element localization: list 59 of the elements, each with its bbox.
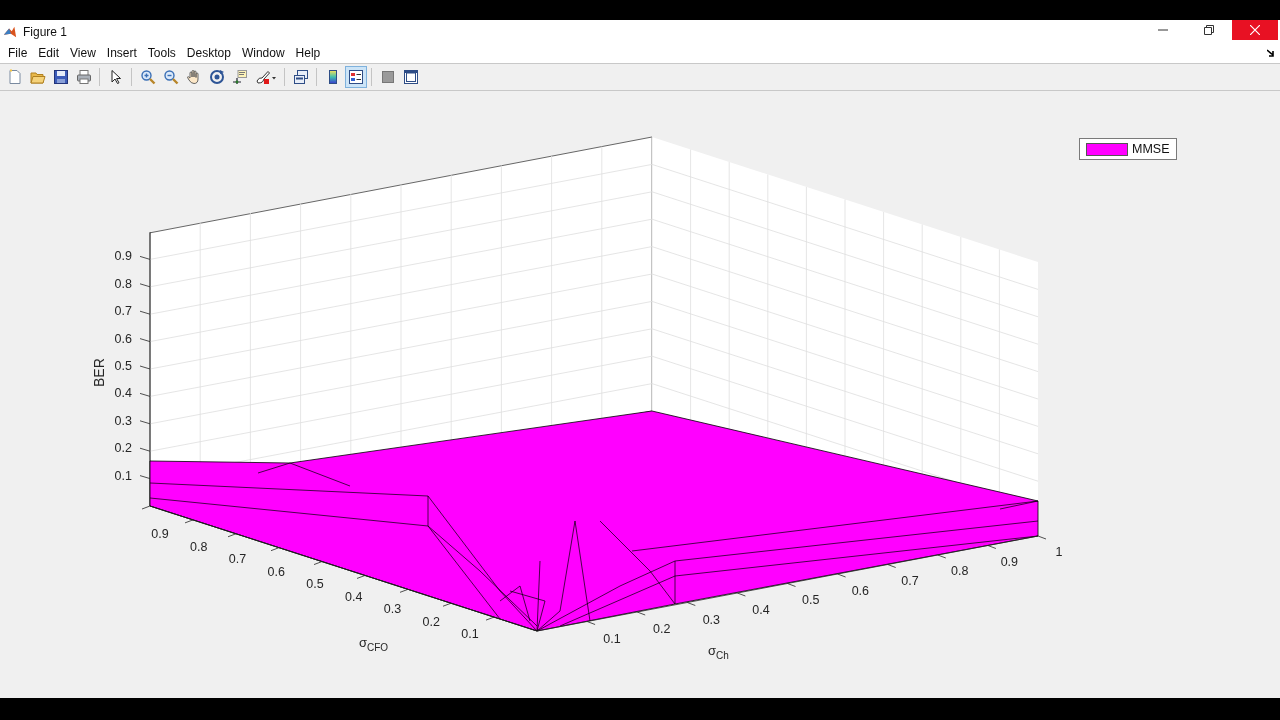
frame-icon bbox=[402, 69, 419, 85]
axis-label: σ$_{Ch}$ bbox=[708, 643, 729, 661]
data-tip-icon bbox=[231, 69, 248, 85]
zoom-in-icon bbox=[139, 69, 156, 85]
close-button[interactable] bbox=[1232, 20, 1278, 40]
folder-icon bbox=[29, 69, 46, 85]
tick-label: 0.4 bbox=[345, 589, 363, 604]
dock-arrow-icon[interactable] bbox=[1267, 49, 1275, 57]
legend-label: MMSE bbox=[1132, 142, 1170, 156]
tick-label: 0.5 bbox=[114, 359, 132, 373]
tick-label: 0.8 bbox=[190, 539, 208, 554]
tick-label: 0.2 bbox=[114, 441, 132, 456]
menu-item[interactable]: Insert bbox=[104, 46, 141, 60]
linked-windows-icon bbox=[292, 69, 309, 85]
close-icon bbox=[1250, 25, 1260, 35]
tick-label: 0.1 bbox=[114, 468, 132, 483]
tick-label: 0.2 bbox=[652, 622, 671, 637]
axis-label: BER bbox=[92, 358, 106, 387]
brush-icon bbox=[254, 69, 277, 85]
tick-label: 0.7 bbox=[901, 574, 919, 588]
tick-label: 0.3 bbox=[383, 602, 402, 616]
tick-label: 0.9 bbox=[1000, 554, 1019, 569]
tick-label: 0.7 bbox=[114, 304, 132, 319]
square-icon bbox=[379, 69, 396, 85]
tick-label: 0.1 bbox=[603, 632, 621, 646]
tick-label: 1 bbox=[1055, 545, 1063, 559]
tick-label: 0.6 bbox=[267, 564, 285, 579]
tick-label: 0.5 bbox=[801, 593, 820, 608]
menu-item[interactable]: Tools bbox=[145, 46, 180, 60]
tick-label: 0.6 bbox=[851, 583, 870, 598]
menu-item[interactable]: File bbox=[6, 46, 32, 60]
tick-label: 0.5 bbox=[306, 577, 324, 591]
menu-item[interactable]: Desktop bbox=[184, 46, 235, 60]
tick-label: 0.1 bbox=[461, 627, 479, 641]
tick-label: 0.8 bbox=[950, 564, 969, 579]
rotate-icon bbox=[208, 69, 225, 85]
menu-item[interactable]: View bbox=[68, 46, 100, 60]
tick-label: 0.9 bbox=[114, 249, 132, 264]
hand-icon bbox=[185, 69, 202, 85]
tick-label: 0.2 bbox=[422, 614, 440, 629]
printer-icon bbox=[75, 69, 92, 85]
legend-icon bbox=[347, 69, 364, 85]
tick-label: 0.4 bbox=[114, 386, 132, 401]
tick-label: 0.6 bbox=[114, 331, 132, 346]
zoom-out-icon bbox=[162, 69, 179, 85]
tick-label: 0.3 bbox=[114, 413, 132, 428]
axis-label: σ$_{CFO}$ bbox=[359, 635, 389, 653]
window-title: Figure 1 bbox=[23, 24, 68, 39]
restore-icon bbox=[1204, 25, 1214, 35]
tick-label: 0.9 bbox=[151, 527, 169, 541]
tick-label: 0.3 bbox=[702, 612, 721, 627]
document-icon bbox=[6, 69, 23, 85]
tick-label: 0.4 bbox=[752, 603, 770, 617]
menu-item[interactable]: Window bbox=[239, 46, 289, 60]
menu-item[interactable]: Help bbox=[293, 46, 325, 60]
menu-item[interactable]: Edit bbox=[36, 46, 64, 60]
tick-label: 0.7 bbox=[228, 552, 247, 566]
legend-button[interactable] bbox=[344, 66, 367, 88]
tick-label: 0.8 bbox=[114, 276, 132, 291]
